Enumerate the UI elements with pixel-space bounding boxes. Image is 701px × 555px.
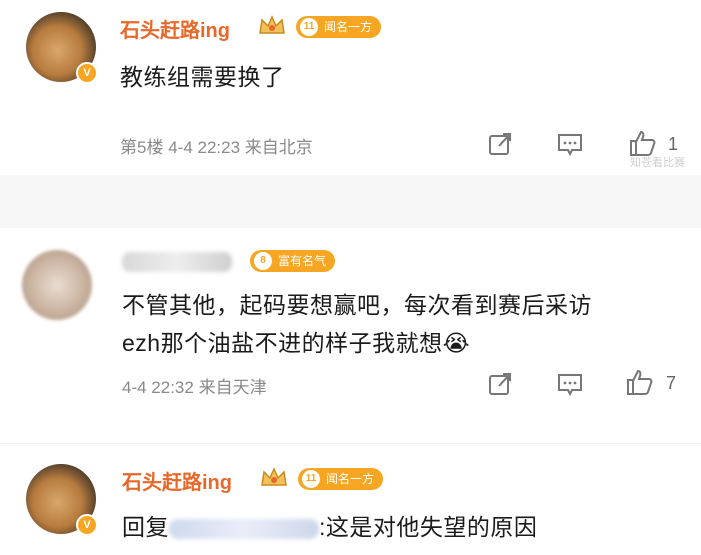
reply-body: :这是对他失望的原因 (319, 514, 538, 540)
comment-meta: 4-4 22:32 来自天津 (122, 373, 267, 398)
fan-level-badge: 11 闻名一方 (298, 468, 384, 490)
username-blurred[interactable] (122, 252, 232, 272)
comment-icon[interactable] (557, 371, 583, 397)
comment-icon[interactable] (557, 131, 583, 157)
like-count: 1 (668, 134, 679, 154)
level-number: 11 (302, 470, 320, 488)
comment-3: V 石头赶路ing 11 闻名一方 回复 :这是对他失望的原因 (0, 444, 701, 555)
crown-icon (259, 15, 285, 34)
timestamp: 4-4 22:23 (168, 138, 241, 157)
comment-text: 教练组需要换了 (120, 64, 285, 90)
share-icon[interactable] (487, 371, 513, 397)
username[interactable]: 石头赶路ing (120, 14, 230, 43)
fan-level-badge: 8 富有名气 (250, 250, 336, 272)
badge-label: 富有名气 (278, 254, 327, 268)
crown-icon (261, 467, 287, 486)
share-icon[interactable] (487, 131, 513, 157)
reply-prefix: 回复 (122, 514, 169, 540)
comment-2: 8 富有名气 不管其他，起码要想赢吧，每次看到赛后采访 ezh那个油盐不进的样子… (0, 228, 701, 443)
comment-meta: 第5楼 4-4 22:23 来自北京 (120, 133, 313, 158)
badge-label: 闻名一方 (324, 20, 373, 34)
badge-label: 闻名一方 (326, 472, 375, 486)
comment-1: V 石头赶路ing 11 闻名一方 教练组需要换了 第5楼 4-4 22:23 … (0, 0, 701, 175)
floor-number: 第5楼 (120, 138, 164, 157)
like-icon[interactable] (628, 129, 656, 157)
verified-badge-icon: V (76, 62, 98, 84)
reply-text: 回复 :这是对他失望的原因 (122, 508, 537, 542)
section-gap (0, 175, 701, 228)
watermark: 知苍看比赛 (630, 157, 685, 169)
location: 来自北京 (244, 138, 313, 157)
username[interactable]: 石头赶路ing (122, 466, 232, 495)
location: 来自天津 (198, 378, 267, 397)
level-number: 11 (300, 18, 318, 36)
avatar[interactable] (22, 250, 92, 320)
verified-badge-icon: V (76, 514, 98, 536)
timestamp: 4-4 22:32 (122, 378, 194, 397)
like-count: 7 (666, 373, 677, 393)
like-icon[interactable] (625, 368, 653, 396)
mention-blurred[interactable] (169, 518, 319, 539)
comment-text-line-2: ezh那个油盐不进的样子我就想😭 (122, 330, 470, 356)
fan-level-badge: 11 闻名一方 (296, 16, 382, 38)
comment-text-line-1: 不管其他，起码要想赢吧，每次看到赛后采访 (122, 292, 592, 318)
level-number: 8 (254, 252, 272, 270)
